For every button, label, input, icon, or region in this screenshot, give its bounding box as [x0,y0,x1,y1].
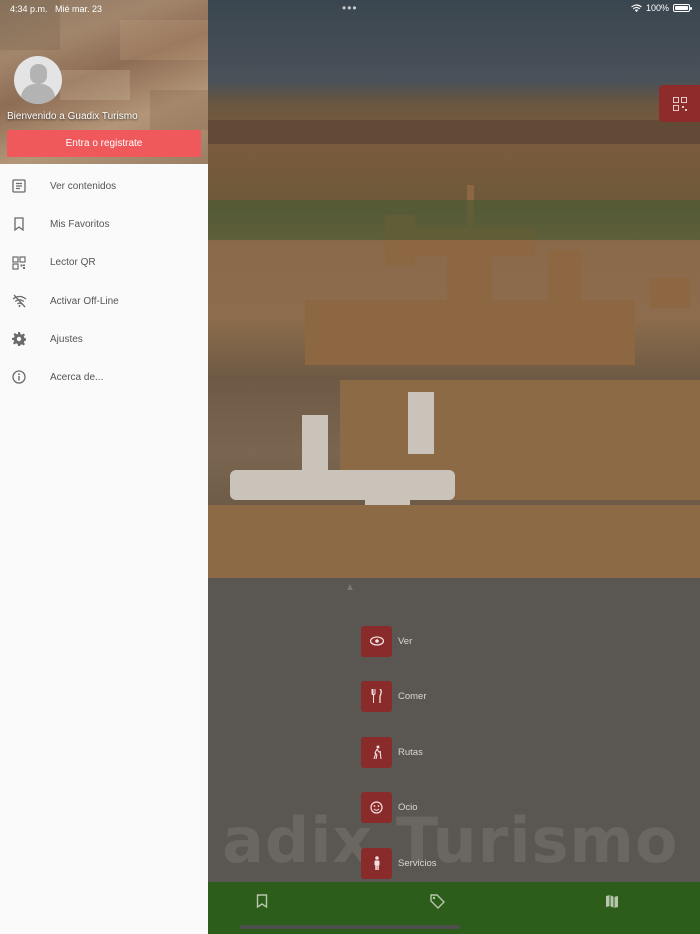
navigation-drawer: Bienvenido a Guadix Turismo Entra o regi… [0,0,208,934]
menu-item-label: Ver contenidos [50,180,117,192]
category-ocio[interactable]: Ocio [361,791,511,823]
category-label: Ver [398,635,413,647]
menu-item-ajustes[interactable]: Ajustes [0,320,208,358]
category-label: Servicios [398,857,437,869]
info-icon [12,370,26,385]
qr-scan-button[interactable] [659,85,700,122]
welcome-text: Bienvenido a Guadix Turismo [7,111,138,122]
avatar[interactable] [14,56,62,104]
map-icon[interactable] [605,894,621,910]
qr-code-icon [12,255,26,270]
menu-item-label: Acerca de... [50,372,104,384]
hiker-icon [372,745,382,759]
menu-item-label: Lector QR [50,257,96,269]
drawer-menu: Ver contenidos Mis Favoritos Lector QR A… [0,167,208,397]
category-label: Ocio [398,801,418,813]
home-indicator[interactable] [240,925,460,929]
tag-icon[interactable] [430,894,446,910]
menu-item-label: Activar Off-Line [50,295,119,307]
battery-percent: 100% [645,3,669,13]
chevron-up-icon[interactable]: ▲ [345,582,355,593]
eye-icon [369,636,384,646]
category-rutas[interactable]: Rutas [361,736,511,768]
qr-code-icon [672,96,687,111]
article-icon [12,179,26,193]
menu-item-label: Ajustes [50,333,83,345]
smiley-icon [370,800,383,814]
menu-item-lector-qr[interactable]: Lector QR [0,244,208,282]
menu-item-label: Mis Favoritos [50,218,110,230]
battery-icon [673,4,692,12]
menu-item-ver-contenidos[interactable]: Ver contenidos [0,167,208,205]
category-label: Comer [398,690,427,702]
status-bar: 4:34 p.m. Mié mar. 23 ••• 100% [0,0,700,18]
status-right: 100% [631,3,692,13]
drawer-header: Bienvenido a Guadix Turismo Entra o regi… [0,0,208,164]
status-time: 4:34 p.m. Mié mar. 23 [10,4,103,14]
multitask-dots[interactable]: ••• [342,1,358,15]
person-icon [374,856,379,870]
wifi-icon [631,4,642,12]
fork-knife-icon [371,689,382,703]
bookmark-icon [12,217,26,232]
category-ver[interactable]: Ver [361,625,511,657]
category-comer[interactable]: Comer [361,680,511,712]
wifi-off-icon [12,294,27,308]
bookmark-icon[interactable] [256,894,272,910]
category-label: Rutas [398,746,423,758]
menu-item-acerca-de[interactable]: Acerca de... [0,358,208,396]
category-servicios[interactable]: Servicios [361,847,511,879]
menu-item-activar-offline[interactable]: Activar Off-Line [0,282,208,320]
gear-icon [12,332,26,347]
login-register-button[interactable]: Entra o registrate [7,130,201,157]
menu-item-mis-favoritos[interactable]: Mis Favoritos [0,205,208,243]
